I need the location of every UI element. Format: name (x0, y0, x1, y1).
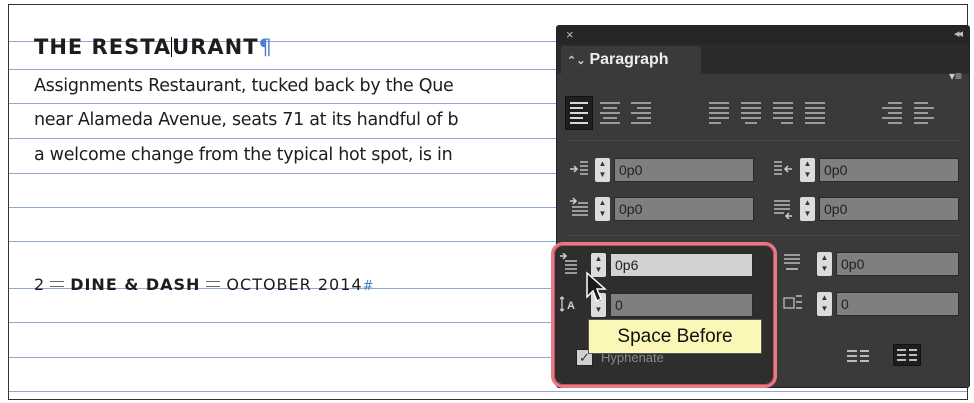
em-dash (206, 281, 221, 287)
first-line-indent-icon (569, 197, 589, 219)
align-left-button[interactable] (565, 96, 593, 130)
drop-cap-chars-icon (783, 292, 803, 314)
align-center-button[interactable] (596, 96, 624, 130)
align-to-baseline-grid-button[interactable] (893, 344, 921, 366)
body-text-line[interactable]: a welcome change from the typical hot sp… (34, 145, 453, 165)
space-after-icon (783, 252, 803, 274)
page-footer: 2 DINE & DASH OCTOBER 2014# (34, 275, 373, 294)
justify-all-button[interactable] (801, 96, 829, 130)
left-indent-field[interactable]: 0p0 (614, 158, 754, 182)
right-indent-field[interactable]: 0p0 (819, 158, 959, 182)
drop-cap-chars-stepper[interactable]: ▲ ▼ (817, 292, 832, 316)
right-indent-stepper[interactable]: ▲ ▼ (800, 158, 815, 182)
pilcrow-mark: ¶ (258, 35, 273, 59)
panel-tabbar: ⌃⌄ Paragraph ▾≡ (557, 44, 969, 83)
first-line-indent-stepper[interactable]: ▲ ▼ (595, 197, 610, 221)
footer-section: DINE & DASH (70, 275, 201, 294)
tab-label: Paragraph (589, 51, 669, 68)
page-number: 2 (34, 275, 45, 294)
drop-cap-chars-field[interactable]: 0 (836, 292, 959, 316)
mouse-pointer-icon (585, 271, 609, 305)
tab-paragraph[interactable]: ⌃⌄ Paragraph (561, 46, 701, 74)
space-before-icon (559, 252, 579, 275)
story-heading[interactable]: THE RESTAURANT¶ (34, 35, 273, 59)
body-text-line[interactable]: Assignments Restaurant, tucked back by t… (34, 76, 454, 96)
sort-arrows-icon: ⌃⌄ (567, 55, 586, 67)
close-icon[interactable]: × (566, 27, 574, 42)
do-not-align-baseline-button[interactable] (844, 346, 872, 368)
space-before-tooltip: Space Before (588, 319, 762, 354)
collapse-icon[interactable]: ◂◂ (954, 27, 963, 40)
panel-titlebar[interactable]: × ◂◂ (557, 26, 969, 44)
body-text-line[interactable]: near Alameda Avenue, seats 71 at its han… (34, 110, 459, 130)
space-after-field[interactable]: 0p0 (836, 252, 959, 276)
align-away-from-spine-button[interactable] (910, 96, 938, 130)
em-dash (50, 281, 65, 287)
end-of-story-marker: # (362, 279, 374, 294)
svg-text:A: A (567, 300, 575, 312)
drop-cap-lines-field[interactable]: 0 (610, 293, 753, 317)
align-towards-spine-button[interactable] (878, 96, 906, 130)
right-indent-icon (773, 158, 793, 180)
last-line-indent-stepper[interactable]: ▲ ▼ (800, 197, 815, 221)
left-indent-stepper[interactable]: ▲ ▼ (595, 158, 610, 182)
drop-cap-lines-icon: A (559, 293, 579, 315)
footer-date: OCTOBER 2014 (226, 275, 363, 294)
space-before-field[interactable]: 0p6 (610, 253, 753, 277)
last-line-indent-field[interactable]: 0p0 (819, 197, 959, 221)
panel-divider (567, 235, 959, 236)
highlight-callout: ▲▼ 0p6 A ▲▼ 0 ✓ Hyphenate (551, 242, 777, 388)
last-line-indent-icon (773, 197, 793, 220)
justify-center-button[interactable] (737, 96, 765, 130)
first-line-indent-field[interactable]: 0p0 (614, 197, 754, 221)
justify-left-button[interactable] (705, 96, 733, 130)
left-indent-icon (569, 158, 589, 180)
space-after-stepper[interactable]: ▲ ▼ (817, 252, 832, 276)
panel-divider (567, 140, 959, 141)
justify-right-button[interactable] (769, 96, 797, 130)
panel-menu-icon[interactable]: ▾≡ (949, 69, 962, 83)
align-right-button[interactable] (627, 96, 655, 130)
baseline-grid-line (9, 391, 967, 392)
